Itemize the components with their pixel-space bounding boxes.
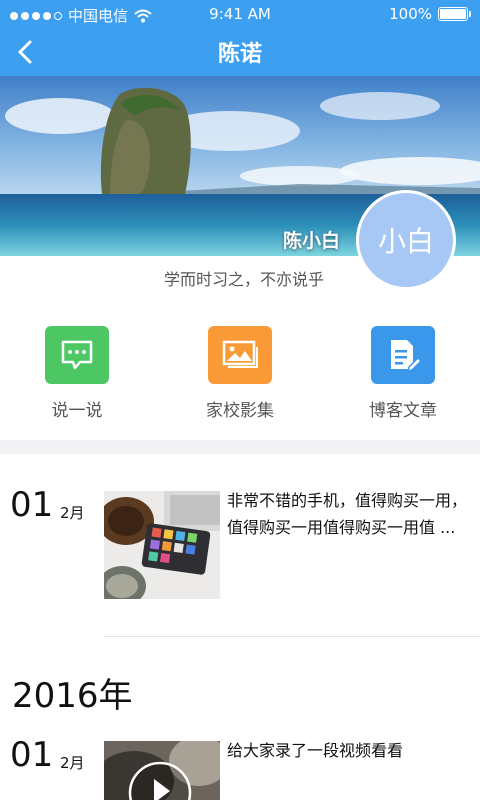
avatar-text: 小白 <box>377 225 434 258</box>
entry-text: 非常不错的手机，值得购买一用，值得购买一用值得购买一用值 ... <box>227 491 468 537</box>
edit-document-icon <box>371 326 435 384</box>
entry-month: 2月 <box>60 504 85 522</box>
entry-divider <box>104 636 480 637</box>
photo-album-icon <box>208 326 272 384</box>
year-header: 2016年 <box>12 676 133 716</box>
battery-icon <box>438 7 471 21</box>
entry-text: 给大家录了一段视频看看 <box>227 741 404 760</box>
entry-video-thumbnail <box>104 741 220 800</box>
status-bar: 中国电信 9:41 AM 100% <box>0 0 480 28</box>
entry-month: 2月 <box>60 754 85 772</box>
action-blog-articles[interactable]: 博客文章 <box>333 326 473 421</box>
action-label: 家校影集 <box>206 401 274 421</box>
action-photo-album[interactable]: 家校影集 <box>170 326 310 421</box>
action-shuo-yi-shuo[interactable]: 说一说 <box>7 326 147 421</box>
entry-day: 01 <box>10 485 54 525</box>
battery-percent: 100% <box>389 5 432 23</box>
chat-bubble-icon <box>45 326 109 384</box>
top-bar: 中国电信 9:41 AM 100% 陈诺 <box>0 0 480 76</box>
quick-actions: 说一说 家校影集 博客文章 <box>0 326 480 426</box>
section-divider <box>0 440 480 454</box>
action-label: 说一说 <box>51 401 103 421</box>
entry-thumbnail <box>104 491 220 599</box>
profile-name: 陈小白 <box>282 230 340 252</box>
action-label: 博客文章 <box>369 401 437 421</box>
page-title: 陈诺 <box>217 42 262 67</box>
entry-day: 01 <box>10 735 54 775</box>
profile-motto: 学而时习之，不亦说乎 <box>163 270 324 289</box>
nav-bar: 陈诺 <box>0 28 480 76</box>
